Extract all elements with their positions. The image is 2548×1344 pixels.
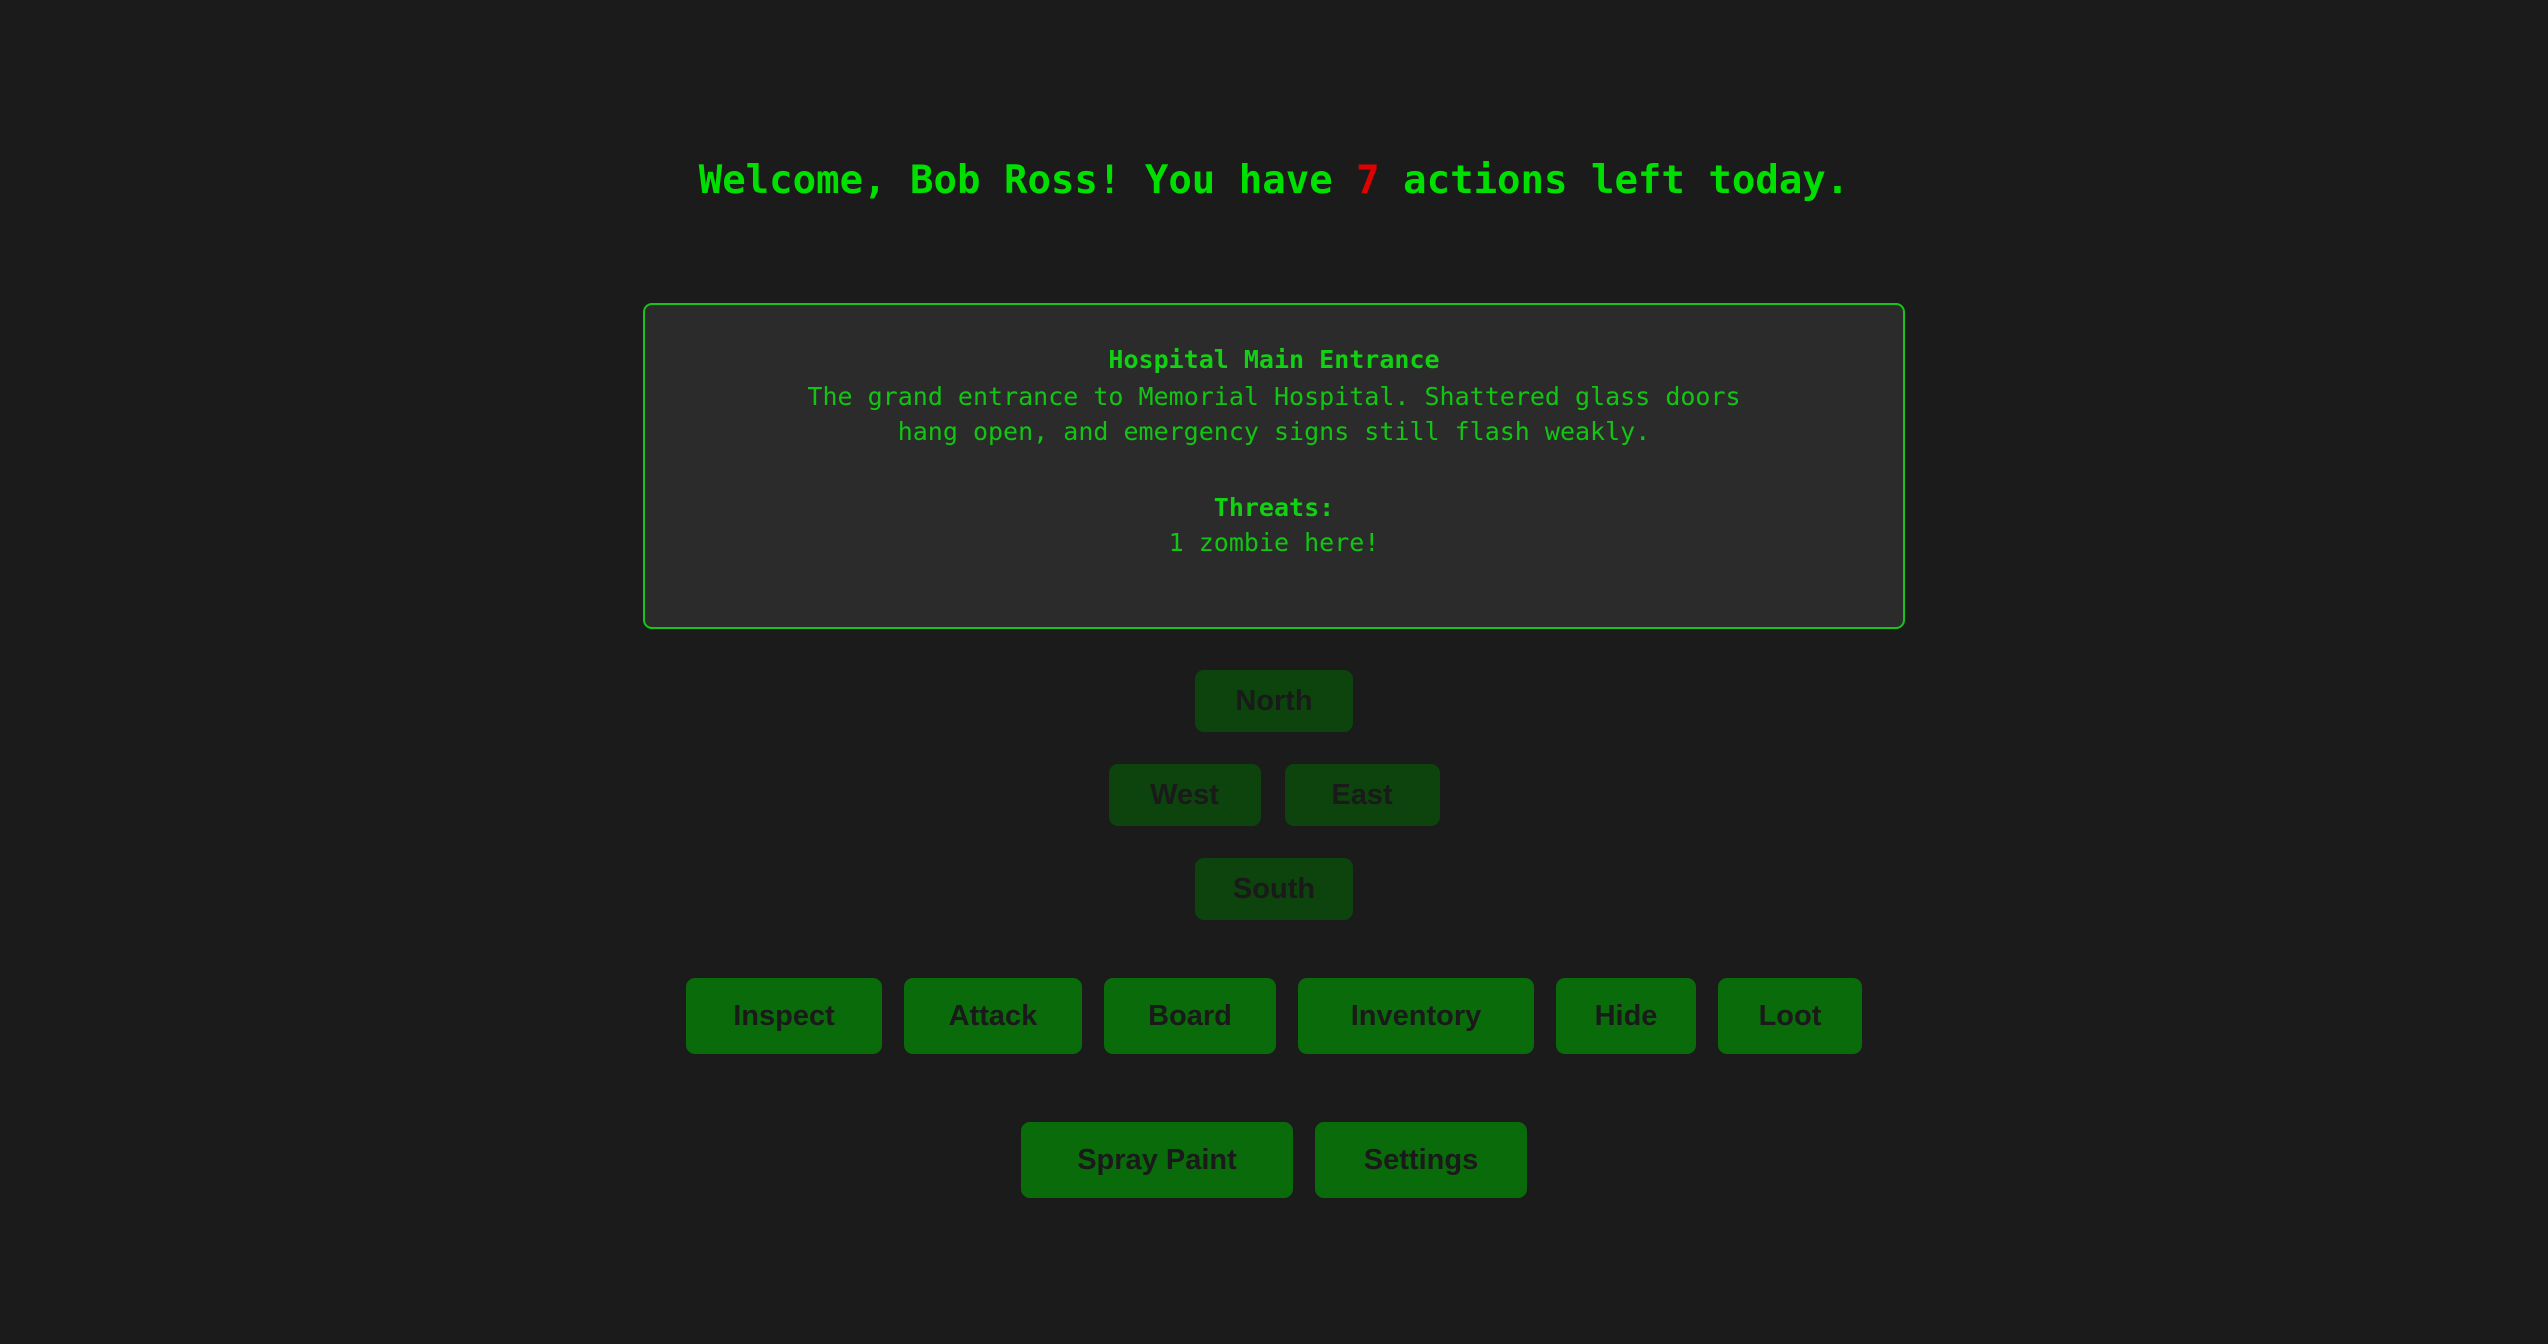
attack-button[interactable]: Attack [904, 978, 1082, 1054]
direction-pad: North West East South [0, 670, 2548, 920]
move-east-button[interactable]: East [1284, 764, 1440, 826]
spray-paint-button[interactable]: Spray Paint [1021, 1122, 1293, 1198]
move-west-button[interactable]: West [1108, 764, 1261, 826]
inventory-button[interactable]: Inventory [1298, 978, 1534, 1054]
primary-action-row: Inspect Attack Board Inventory Hide Loot [0, 978, 2548, 1054]
location-name: Hospital Main Entrance [1108, 345, 1440, 374]
direction-row-north: North [0, 670, 2548, 732]
move-south-button[interactable]: South [1195, 858, 1353, 920]
greeting-prefix: Welcome, [698, 158, 911, 203]
greeting-suffix: actions left today. [1379, 158, 1850, 203]
direction-row-west-east: West East [0, 764, 2548, 826]
threats-value: 1 zombie here! [1168, 527, 1380, 557]
loot-button[interactable]: Loot [1718, 978, 1862, 1054]
location-panel: Hospital Main Entrance The grand entranc… [643, 303, 1905, 629]
board-button[interactable]: Board [1104, 978, 1276, 1054]
hide-button[interactable]: Hide [1556, 978, 1696, 1054]
player-name: Bob Ross [910, 158, 1098, 203]
actions-left-count: 7 [1356, 158, 1380, 203]
game-screen: Welcome, Bob Ross! You have 7 actions le… [0, 0, 2548, 1344]
threats-block: Threats: 1 zombie here! [645, 491, 1903, 560]
threats-label: Threats: [1213, 492, 1335, 522]
settings-button[interactable]: Settings [1315, 1122, 1527, 1198]
location-description: The grand entrance to Memorial Hospital.… [807, 381, 1741, 446]
inspect-button[interactable]: Inspect [686, 978, 882, 1054]
welcome-banner: Welcome, Bob Ross! You have 7 actions le… [0, 158, 2548, 205]
greeting-middle: ! You have [1097, 158, 1357, 203]
secondary-action-row: Spray Paint Settings [0, 1122, 2548, 1198]
direction-row-south: South [0, 858, 2548, 920]
move-north-button[interactable]: North [1195, 670, 1353, 732]
